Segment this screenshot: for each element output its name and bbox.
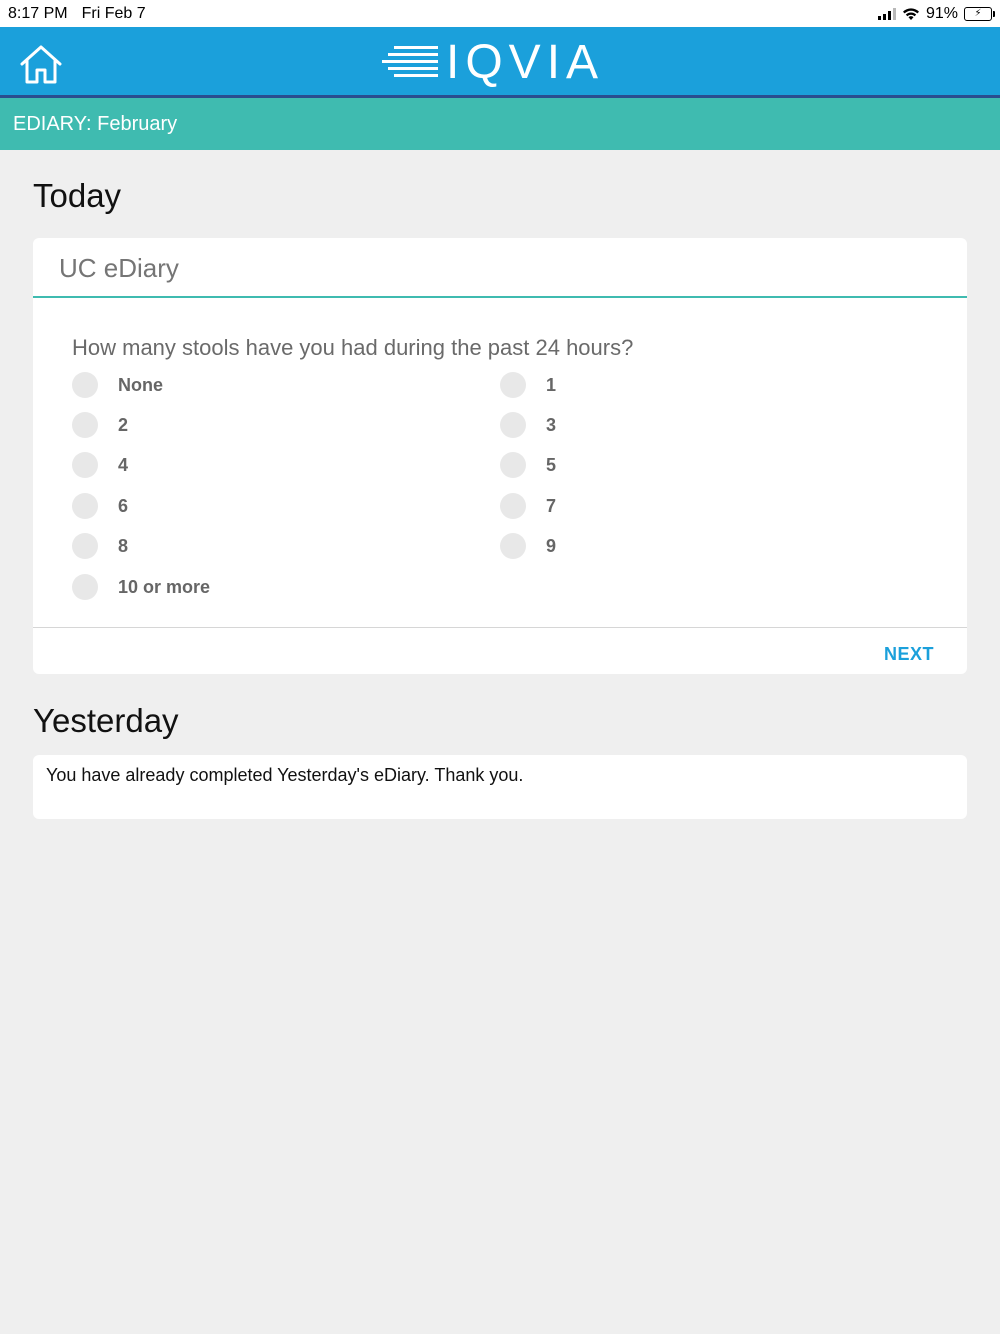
app-header: IQVIA [0, 27, 1000, 98]
logo-text: IQVIA [446, 35, 605, 89]
radio-button[interactable] [500, 372, 526, 398]
sub-header: EDIARY: February [0, 98, 1000, 150]
card-title: UC eDiary [33, 238, 967, 298]
yesterday-card: You have already completed Yesterday's e… [33, 755, 967, 819]
option-6[interactable]: 6 [72, 493, 128, 519]
radio-button[interactable] [500, 452, 526, 478]
radio-button[interactable] [500, 412, 526, 438]
option-label: 10 or more [118, 576, 211, 597]
battery-icon: ⚡ [964, 6, 995, 21]
option-label: 1 [546, 374, 557, 395]
radio-button[interactable] [72, 452, 98, 478]
option-1[interactable]: 1 [500, 372, 556, 398]
radio-button[interactable] [72, 533, 98, 559]
home-button[interactable] [18, 43, 64, 85]
yesterday-section-title: Yesterday [33, 702, 179, 739]
next-button[interactable]: NEXT [884, 644, 934, 665]
option-label: 7 [546, 495, 557, 516]
iqvia-logo: IQVIA [382, 35, 605, 89]
option-label: 6 [118, 495, 129, 516]
card-footer: NEXT [33, 627, 967, 674]
option-label: 5 [546, 454, 557, 475]
question-text: How many stools have you had during the … [72, 335, 634, 360]
option-4[interactable]: 4 [72, 452, 128, 478]
radio-button[interactable] [500, 533, 526, 559]
yesterday-message: You have already completed Yesterday's e… [46, 765, 524, 785]
cellular-signal-icon [877, 7, 896, 20]
logo-speed-lines-icon [382, 46, 438, 77]
diary-card: UC eDiary How many stools have you had d… [33, 238, 967, 674]
option-5[interactable]: 5 [500, 452, 556, 478]
option-label: 4 [118, 454, 129, 475]
option-label: 8 [118, 535, 129, 556]
option-3[interactable]: 3 [500, 412, 556, 438]
option-9[interactable]: 9 [500, 533, 556, 559]
radio-button[interactable] [72, 493, 98, 519]
option-label: 2 [118, 414, 129, 435]
option-label: 3 [546, 414, 557, 435]
option-label: None [118, 374, 163, 395]
option-2[interactable]: 2 [72, 412, 128, 438]
option-none[interactable]: None [72, 372, 163, 398]
option-7[interactable]: 7 [500, 493, 556, 519]
radio-button[interactable] [500, 493, 526, 519]
battery-percent: 91% [925, 4, 958, 22]
sub-header-title: EDIARY: February [13, 112, 178, 135]
radio-button[interactable] [72, 372, 98, 398]
status-bar: 8:17 PM Fri Feb 7 91% ⚡ [0, 0, 1000, 27]
wifi-icon [902, 7, 919, 20]
today-section-title: Today [33, 177, 122, 214]
status-date: Fri Feb 7 [81, 4, 146, 22]
radio-button[interactable] [72, 412, 98, 438]
home-icon [20, 45, 62, 84]
option-label: 9 [546, 535, 557, 556]
status-time: 8:17 PM [8, 4, 68, 22]
radio-button[interactable] [72, 574, 98, 600]
option-8[interactable]: 8 [72, 533, 128, 559]
option-10-or-more[interactable]: 10 or more [72, 574, 210, 600]
